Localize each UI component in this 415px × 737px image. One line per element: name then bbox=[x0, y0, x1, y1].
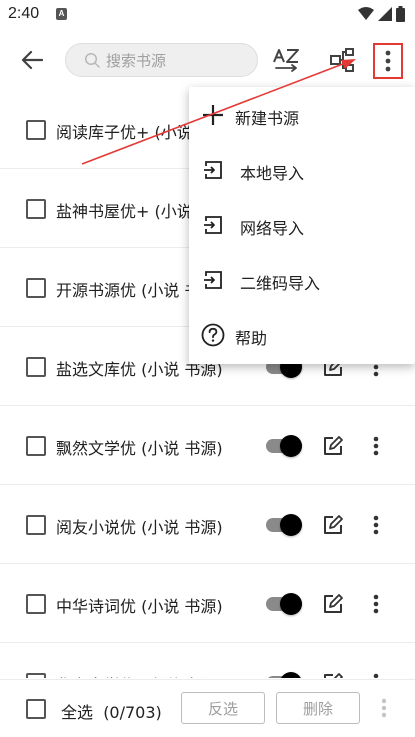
edit-icon bbox=[324, 594, 343, 613]
source-name: 中华诗词优 (小说 书源) bbox=[56, 597, 223, 616]
source-checkbox[interactable] bbox=[26, 357, 46, 377]
edit-button[interactable] bbox=[321, 513, 345, 537]
row-more-button[interactable] bbox=[366, 592, 386, 616]
select-all-text: 全选 bbox=[61, 703, 94, 722]
toolbar: 搜索书源 bbox=[0, 30, 415, 90]
source-name: 阅友小说优 (小说 书源) bbox=[56, 518, 223, 537]
invert-selection-button[interactable]: 反选 bbox=[181, 692, 265, 724]
group-button[interactable] bbox=[324, 44, 360, 76]
more-vertical-icon bbox=[385, 50, 391, 72]
search-placeholder: 搜索书源 bbox=[106, 51, 167, 70]
menu-item-label: 新建书源 bbox=[235, 109, 300, 128]
source-name: 华书文学优 (小说 书源) bbox=[56, 672, 223, 678]
source-checkbox[interactable] bbox=[26, 436, 46, 456]
bottom-bar: 全选 (0/703) 反选 删除 bbox=[0, 679, 415, 737]
source-enable-switch[interactable] bbox=[266, 672, 302, 678]
source-name: 开源书源优 (小说 书 bbox=[56, 281, 201, 300]
menu-item-label: 本地导入 bbox=[240, 164, 305, 183]
status-bar: 2:40 A bbox=[0, 0, 415, 30]
select-all-checkbox[interactable] bbox=[26, 699, 46, 719]
source-enable-switch[interactable] bbox=[266, 514, 302, 536]
source-checkbox[interactable] bbox=[26, 120, 46, 140]
selection-count: (0/703) bbox=[103, 703, 162, 722]
edit-icon bbox=[324, 515, 343, 534]
more-vertical-icon bbox=[373, 594, 379, 614]
sort-button[interactable] bbox=[268, 45, 304, 77]
switch-thumb bbox=[280, 593, 302, 615]
edit-button[interactable] bbox=[321, 434, 345, 458]
sort-az-icon bbox=[273, 49, 299, 72]
menu-item-network-import[interactable]: 网络导入 bbox=[189, 199, 415, 251]
wifi-icon bbox=[358, 7, 374, 20]
arrow-left-icon bbox=[21, 50, 43, 70]
import-icon bbox=[201, 213, 225, 237]
source-enable-switch[interactable] bbox=[266, 435, 302, 457]
source-enable-switch[interactable] bbox=[266, 593, 302, 615]
menu-item-label: 帮助 bbox=[235, 329, 268, 348]
status-icons bbox=[358, 6, 405, 22]
more-vertical-icon bbox=[373, 436, 379, 456]
source-row[interactable]: 飘然文学优 (小说 书源) bbox=[0, 406, 415, 485]
source-checkbox[interactable] bbox=[26, 515, 46, 535]
menu-item-new-source[interactable]: 新建书源 bbox=[189, 89, 415, 141]
row-more-button[interactable] bbox=[366, 513, 386, 537]
edit-icon bbox=[324, 436, 343, 455]
select-all-label: 全选 (0/703) bbox=[61, 699, 162, 723]
search-input[interactable]: 搜索书源 bbox=[65, 43, 258, 77]
more-vertical-icon bbox=[373, 515, 379, 535]
edit-button[interactable] bbox=[321, 592, 345, 616]
more-options-button[interactable] bbox=[373, 43, 403, 79]
status-time: 2:40 bbox=[8, 5, 40, 22]
import-icon bbox=[201, 268, 225, 292]
signal-icon bbox=[378, 7, 392, 21]
options-menu: 新建书源 本地导入 网络导入 二维码导入 帮助 bbox=[189, 87, 415, 364]
row-more-button[interactable] bbox=[366, 434, 386, 458]
plus-icon bbox=[201, 103, 225, 127]
source-checkbox[interactable] bbox=[26, 199, 46, 219]
menu-item-help[interactable]: 帮助 bbox=[189, 309, 415, 361]
battery-icon bbox=[396, 6, 405, 22]
source-row[interactable]: 中华诗词优 (小说 书源) bbox=[0, 564, 415, 643]
source-name: 飘然文学优 (小说 书源) bbox=[56, 439, 223, 458]
source-checkbox[interactable] bbox=[26, 673, 46, 678]
edit-button[interactable] bbox=[321, 671, 345, 678]
source-checkbox[interactable] bbox=[26, 594, 46, 614]
row-more-button[interactable] bbox=[366, 671, 386, 678]
switch-thumb bbox=[280, 672, 302, 678]
source-row[interactable]: 华书文学优 (小说 书源) bbox=[0, 643, 415, 678]
import-icon bbox=[201, 158, 225, 182]
delete-button[interactable]: 删除 bbox=[276, 692, 360, 724]
source-name: 阅读库子优+ (小说 bbox=[56, 123, 193, 142]
menu-item-qr-import[interactable]: 二维码导入 bbox=[189, 254, 415, 306]
group-icon bbox=[330, 48, 354, 72]
menu-item-label: 二维码导入 bbox=[240, 274, 321, 293]
switch-thumb bbox=[280, 435, 302, 457]
more-vertical-icon bbox=[381, 698, 387, 718]
source-name: 盐神书屋优+ (小说 bbox=[56, 202, 193, 221]
menu-item-label: 网络导入 bbox=[240, 219, 305, 238]
more-vertical-icon bbox=[373, 673, 379, 678]
edit-icon bbox=[324, 673, 343, 678]
notification-icon: A bbox=[56, 8, 67, 20]
bottom-more-button[interactable] bbox=[376, 696, 392, 720]
source-checkbox[interactable] bbox=[26, 278, 46, 298]
source-row[interactable]: 阅友小说优 (小说 书源) bbox=[0, 485, 415, 564]
switch-thumb bbox=[280, 514, 302, 536]
back-button[interactable] bbox=[12, 45, 52, 75]
help-icon bbox=[201, 323, 225, 347]
search-icon bbox=[84, 52, 100, 68]
menu-item-local-import[interactable]: 本地导入 bbox=[189, 144, 415, 196]
